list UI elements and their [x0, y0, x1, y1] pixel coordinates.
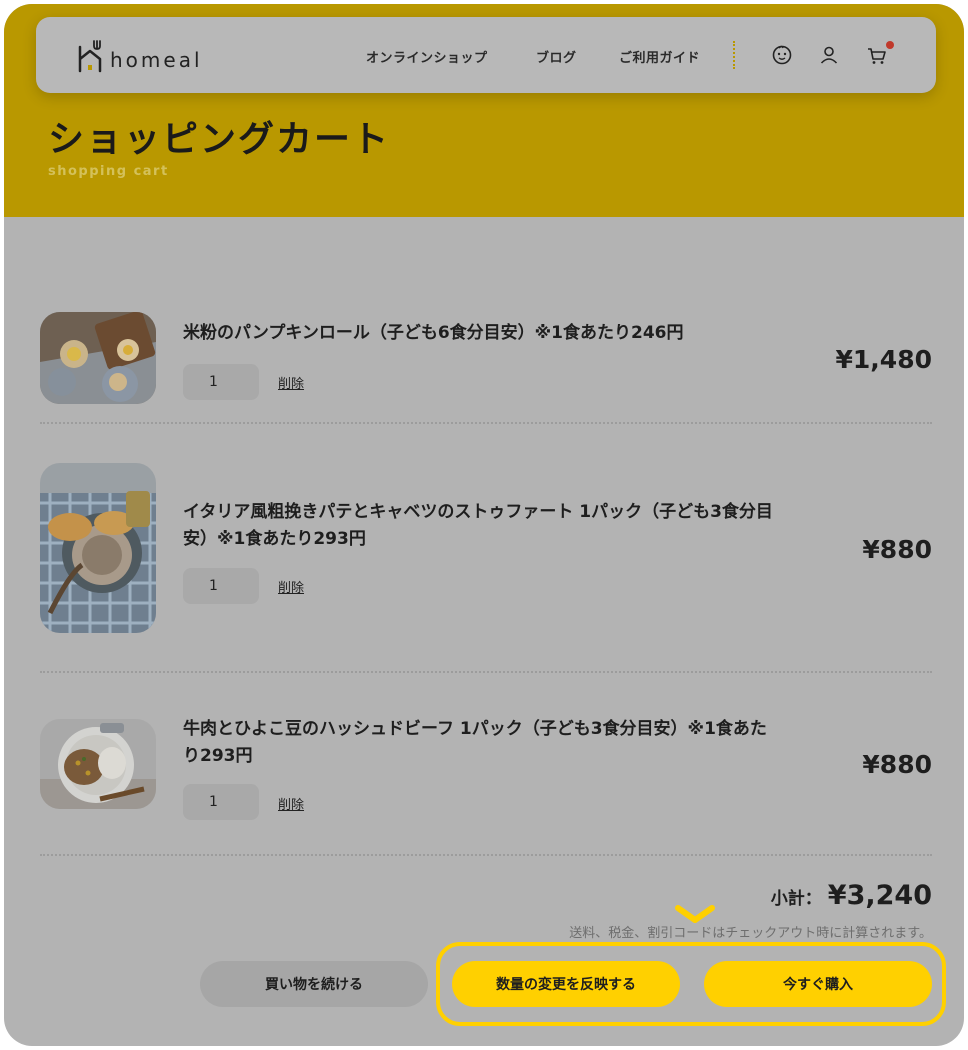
- update-quantity-button[interactable]: 数量の変更を反映する: [452, 961, 680, 1007]
- nav-link-blog[interactable]: ブログ: [536, 47, 577, 66]
- quantity-input[interactable]: [183, 784, 259, 820]
- cart-item: イタリア風粗挽きパテとキャベツのストゥファート 1パック（子ども3食分目安）※1…: [40, 463, 932, 638]
- cart-item: 米粉のパンプキンロール（子ども6食分目安）※1食あたり246円 削除 ¥1,48…: [40, 312, 932, 412]
- logo[interactable]: homeal: [76, 37, 203, 73]
- logo-text: homeal: [110, 48, 203, 72]
- user-icon[interactable]: [817, 43, 841, 67]
- item-name[interactable]: 牛肉とひよこ豆のハッシュドビーフ 1パック（子ども3食分目安）※1食あたり293…: [183, 716, 783, 770]
- item-divider: [40, 854, 932, 856]
- page-subtitle: shopping cart: [48, 164, 169, 179]
- quantity-input[interactable]: [183, 364, 259, 400]
- nav-link-guide[interactable]: ご利用ガイド: [619, 47, 700, 66]
- logo-house-icon: [78, 40, 102, 73]
- item-name[interactable]: 米粉のパンプキンロール（子ども6食分目安）※1食あたり246円: [183, 320, 783, 347]
- remove-link[interactable]: 削除: [278, 373, 304, 392]
- page-frame: homeal オンラインショップ ブログ ご利用ガイド ショッピングカート sh…: [4, 4, 964, 1046]
- item-divider: [40, 422, 932, 424]
- navbar: homeal オンラインショップ ブログ ご利用ガイド: [36, 17, 936, 93]
- subtotal-label: 小計：: [770, 889, 822, 909]
- item-divider: [40, 671, 932, 673]
- cart-badge: [886, 41, 894, 49]
- product-image-stufato[interactable]: [40, 463, 156, 633]
- product-image-pumpkin-roll[interactable]: [40, 312, 156, 404]
- buy-now-button[interactable]: 今すぐ購入: [704, 961, 932, 1007]
- item-name[interactable]: イタリア風粗挽きパテとキャベツのストゥファート 1パック（子ども3食分目安）※1…: [183, 499, 783, 553]
- product-image-hashed-beef[interactable]: [40, 719, 156, 809]
- baby-face-icon[interactable]: [770, 43, 794, 67]
- remove-link[interactable]: 削除: [278, 794, 304, 813]
- nav-divider: [733, 41, 735, 69]
- quantity-input[interactable]: [183, 568, 259, 604]
- chevron-down-icon: [675, 905, 715, 923]
- continue-shopping-button[interactable]: 買い物を続ける: [200, 961, 428, 1007]
- checkout-note: 送料、税金、割引コードはチェックアウト時に計算されます。: [569, 926, 932, 941]
- item-price: ¥1,480: [835, 345, 932, 374]
- cart-item: 牛肉とひよこ豆のハッシュドビーフ 1パック（子ども3食分目安）※1食あたり293…: [40, 710, 932, 822]
- nav-link-online-shop[interactable]: オンラインショップ: [366, 47, 488, 66]
- page-title: ショッピングカート: [48, 119, 391, 160]
- remove-link[interactable]: 削除: [278, 577, 304, 596]
- subtotal-value: ¥3,240: [827, 880, 932, 911]
- subtotal: 小計： ¥3,240: [771, 880, 932, 911]
- item-price: ¥880: [862, 750, 932, 779]
- item-price: ¥880: [862, 535, 932, 564]
